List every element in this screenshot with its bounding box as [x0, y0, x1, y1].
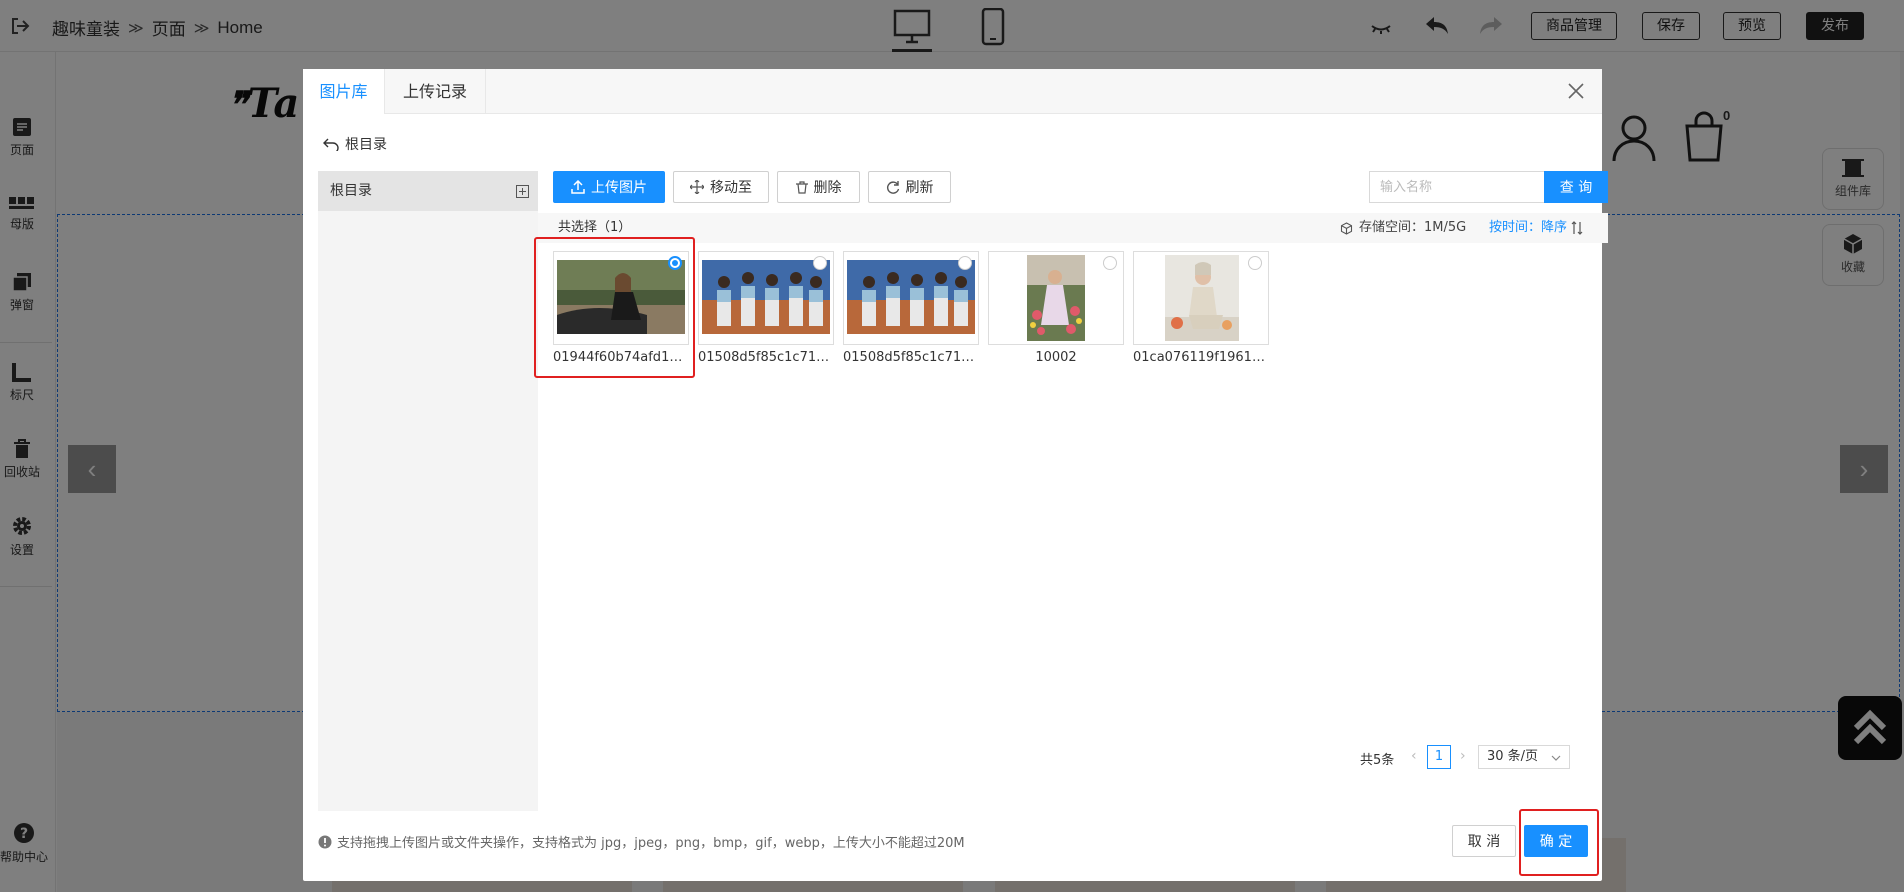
move-to-button[interactable]: 移动至	[673, 171, 769, 203]
highlight-selected-image	[534, 237, 695, 378]
photo-group-women	[847, 260, 975, 334]
image-library-modal: 图片库 上传记录 根目录 根目录 上传图片 移动至 删除 刷新 查 询	[303, 69, 1608, 881]
tab-upload-history[interactable]: 上传记录	[385, 69, 486, 114]
sort-icon	[1571, 221, 1583, 235]
image-filename: 10002	[1035, 350, 1077, 365]
current-page[interactable]: 1	[1427, 745, 1451, 769]
pagination: 共5条 ‹ 1 › 30 条/页	[538, 744, 1602, 770]
move-label: 移动至	[710, 180, 752, 196]
highlight-confirm-button	[1519, 809, 1599, 876]
sort-label: 按时间：降序	[1489, 220, 1568, 235]
select-radio[interactable]	[1248, 256, 1262, 270]
sort-toggle[interactable]: 按时间：降序	[1489, 213, 1583, 243]
modal-tabs: 图片库 上传记录	[303, 69, 1602, 114]
select-radio[interactable]	[813, 256, 827, 270]
image-filename: 01508d5f85c1c711...	[843, 350, 979, 365]
image-browser: 上传图片 移动至 删除 刷新 查 询 共选择（1） 存储空间：1M/5G 按时间…	[538, 171, 1608, 811]
delete-button[interactable]: 删除	[777, 171, 860, 203]
refresh-button[interactable]: 刷新	[868, 171, 951, 203]
move-icon	[690, 180, 704, 194]
image-filename: 01508d5f85c1c711...	[698, 350, 834, 365]
upload-hint: 支持拖拽上传图片或文件夹操作，支持格式为 jpg，jpeg，png，bmp，gi…	[318, 832, 965, 851]
refresh-icon	[886, 181, 899, 194]
select-radio[interactable]	[958, 256, 972, 270]
cancel-button[interactable]: 取 消	[1452, 825, 1516, 857]
photo-group-women	[702, 260, 830, 334]
close-icon[interactable]	[1566, 81, 1586, 101]
cube-icon	[1340, 221, 1353, 235]
tab-image-library[interactable]: 图片库	[303, 69, 385, 114]
search-input[interactable]	[1369, 171, 1544, 203]
upload-image-button[interactable]: 上传图片	[553, 171, 665, 203]
directory-tree: 根目录	[318, 171, 538, 811]
image-filename: 01ca076119f19611...	[1133, 350, 1269, 365]
search-button[interactable]: 查 询	[1544, 171, 1608, 203]
refresh-label: 刷新	[905, 180, 934, 196]
prev-page-icon[interactable]: ‹	[1411, 748, 1417, 764]
info-icon	[318, 835, 332, 848]
next-page-icon[interactable]: ›	[1460, 748, 1466, 764]
chevron-down-icon	[1551, 755, 1561, 761]
return-icon	[323, 138, 339, 151]
selection-info-bar: 共选择（1） 存储空间：1M/5G 按时间：降序	[538, 213, 1608, 243]
photo-woman-seated	[1165, 255, 1239, 341]
image-thumbnail	[698, 251, 834, 345]
page-size-label: 30 条/页	[1487, 749, 1539, 764]
upload-label: 上传图片	[591, 180, 647, 196]
add-folder-icon[interactable]	[516, 185, 529, 198]
select-radio[interactable]	[1103, 256, 1117, 270]
image-thumbnail	[843, 251, 979, 345]
upload-icon	[571, 180, 585, 194]
back-to-root[interactable]: 根目录	[323, 134, 387, 154]
photo-woman-flowers	[1027, 255, 1085, 341]
delete-label: 删除	[813, 180, 842, 196]
image-card[interactable]: 10002	[988, 251, 1124, 365]
storage-label: 存储空间：1M/5G	[1359, 220, 1467, 235]
pagination-total: 共5条	[1360, 753, 1395, 768]
image-thumbnail	[1133, 251, 1269, 345]
page-size-select[interactable]: 30 条/页	[1478, 745, 1570, 769]
storage-info: 存储空间：1M/5G	[1340, 213, 1466, 243]
directory-label: 根目录	[330, 183, 372, 199]
back-label: 根目录	[345, 137, 387, 153]
directory-item-root[interactable]: 根目录	[318, 171, 538, 211]
image-thumbnail	[988, 251, 1124, 345]
image-card[interactable]: 01508d5f85c1c711...	[698, 251, 834, 365]
image-card[interactable]: 01ca076119f19611...	[1133, 251, 1269, 365]
image-card[interactable]: 01508d5f85c1c711...	[843, 251, 979, 365]
trash-icon	[795, 180, 808, 194]
upload-hint-text: 支持拖拽上传图片或文件夹操作，支持格式为 jpg，jpeg，png，bmp，gi…	[337, 836, 965, 851]
